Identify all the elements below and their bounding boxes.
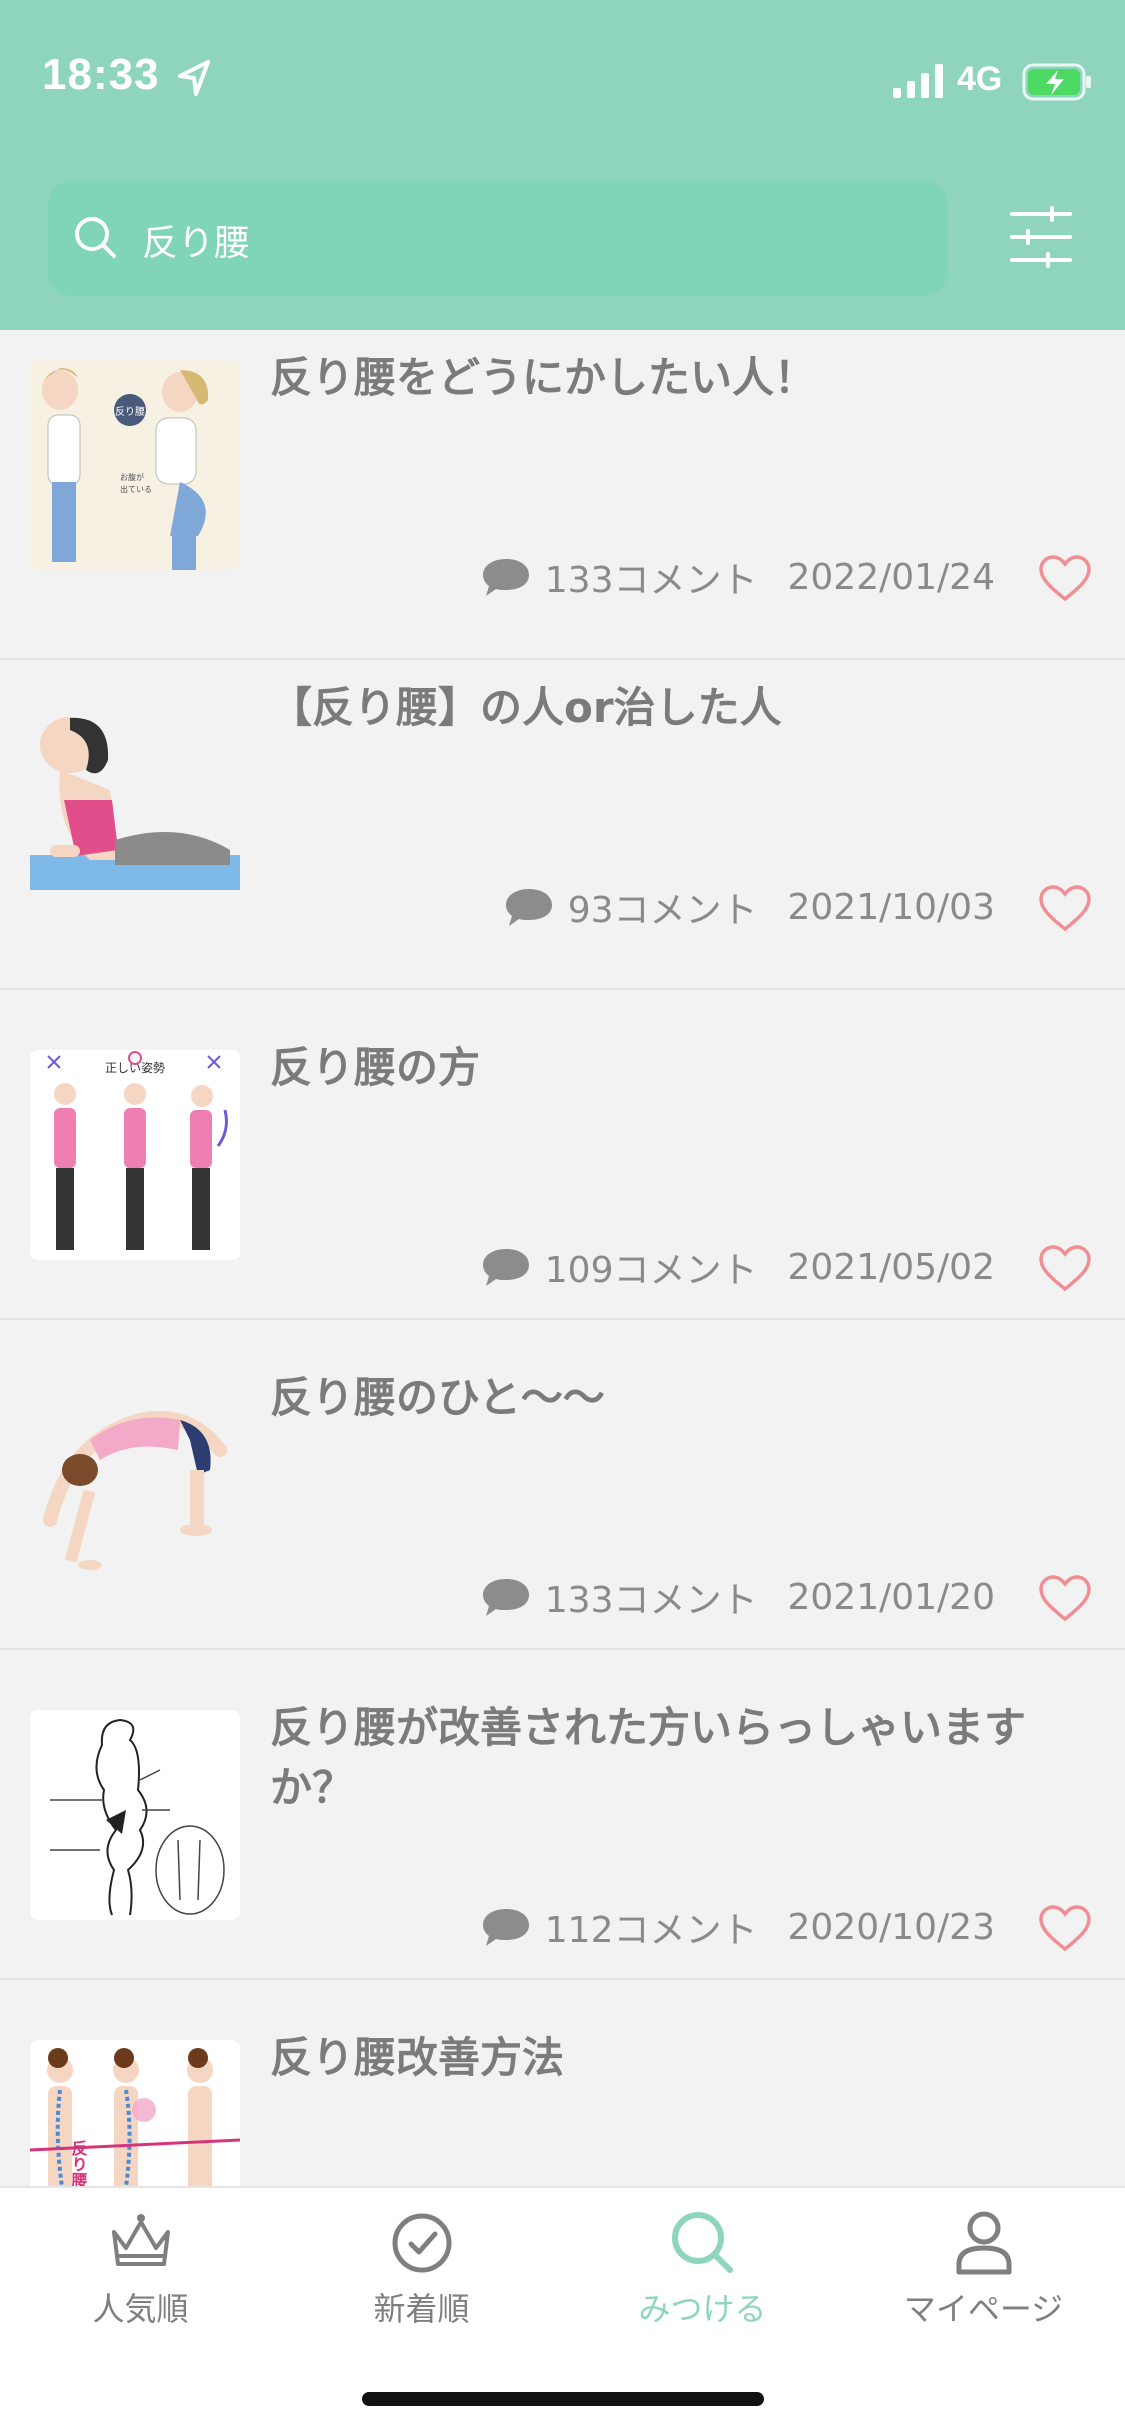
cellular-signal-icon (893, 64, 943, 98)
post-thumbnail (30, 690, 240, 900)
crown-icon (111, 2214, 170, 2266)
post-date: 2021/05/02 (787, 1246, 996, 1288)
search-input[interactable]: 反り腰 (48, 180, 948, 296)
yoga-cobra-illustration-icon (30, 690, 240, 900)
home-indicator (362, 2392, 764, 2406)
tab-mypage[interactable]: マイページ (843, 2208, 1124, 2348)
search-query-text: 反り腰 (142, 223, 251, 264)
post-title: 反り腰のひと〜〜 (270, 1373, 605, 1422)
comment-count: 93コメント (567, 890, 758, 931)
tab-popular[interactable]: 人気順 (0, 2208, 281, 2348)
post-thumbnail (30, 1380, 240, 1590)
post-thumbnail: 正しい姿勢 (30, 1050, 240, 1260)
heart-icon[interactable] (1038, 554, 1092, 602)
post-meta: 133コメント 2022/01/24 (481, 552, 995, 602)
svg-text:反り腰タイプ: 反り腰タイプ (69, 2140, 88, 2186)
battery-charging-icon (1022, 63, 1091, 101)
svg-text:正しい姿勢: 正しい姿勢 (105, 1060, 165, 1075)
list-item[interactable]: 反り腰が改善された方いらっしゃいますか？ 112コメント 2020/10/23 (0, 1650, 1125, 1980)
search-icon (75, 217, 116, 258)
post-date: 2022/01/24 (787, 556, 996, 598)
status-bar: 18:33 4G (0, 0, 1125, 160)
post-title: 反り腰改善方法 (270, 2033, 565, 2082)
heart-icon[interactable] (1038, 1574, 1092, 1622)
heart-icon[interactable] (1038, 884, 1092, 932)
comment-count: 109コメント (544, 1250, 758, 1291)
tab-discover[interactable]: みつける (562, 2208, 843, 2348)
tab-label: みつける (638, 2290, 767, 2328)
svg-text:反り腰: 反り腰 (115, 406, 145, 418)
post-meta: 133コメント 2021/01/20 (481, 1572, 995, 1622)
post-thumbnail (30, 1710, 240, 1920)
post-meta: 109コメント 2021/05/02 (481, 1242, 995, 1292)
post-title: 反り腰が改善された方いらっしゃいますか？ (270, 1703, 1027, 1812)
person-icon (956, 2211, 1011, 2275)
posture-types-illustration-icon: 反り腰タイプ (30, 2040, 240, 2186)
post-date: 2020/10/23 (787, 1906, 996, 1948)
list-item[interactable]: 反り腰のひと〜〜 133コメント 2021/01/20 (0, 1320, 1125, 1650)
post-title: 反り腰をどうにかしたい人！ (270, 353, 817, 402)
comment-bubble-icon (482, 1909, 529, 1946)
comment-bubble-icon (482, 1579, 529, 1616)
post-title: 【反り腰】の人or治した人 (270, 683, 782, 732)
tab-label: マイページ (903, 2290, 1064, 2328)
network-type-label: 4G (957, 60, 1003, 98)
spine-diagram-icon (30, 1710, 240, 1920)
post-thumbnail: 反り腰 お腹が 出ている (30, 360, 240, 570)
post-title: 反り腰の方 (270, 1043, 481, 1092)
app-header: 18:33 4G 反り腰 (0, 0, 1125, 330)
list-item[interactable]: 反り腰タイプ 反り腰改善方法 (0, 1980, 1125, 2186)
comment-bubble-icon (482, 559, 529, 596)
status-time: 18:33 (42, 50, 160, 99)
comment-count: 112コメント (544, 1910, 758, 1951)
posture-comparison-illustration-icon: 正しい姿勢 (30, 1050, 240, 1260)
tab-newest[interactable]: 新着順 (281, 2208, 562, 2348)
tab-label: 新着順 (373, 2290, 470, 2328)
post-list: 反り腰 お腹が 出ている 反り腰をどうにかしたい人！ 133コメント 2022/… (0, 330, 1125, 2186)
post-meta: 93コメント 2021/10/03 (504, 882, 995, 932)
post-date: 2021/10/03 (787, 886, 996, 928)
heart-icon[interactable] (1038, 1904, 1092, 1952)
svg-text:お腹が: お腹が (120, 472, 144, 482)
list-item[interactable]: 【反り腰】の人or治した人 93コメント 2021/10/03 (0, 660, 1125, 990)
post-thumbnail: 反り腰タイプ (30, 2040, 240, 2186)
svg-text:出ている: 出ている (120, 484, 152, 494)
filter-sliders-icon[interactable] (1008, 206, 1074, 268)
list-item[interactable]: 正しい姿勢 反り腰の方 109コメント 2021/05/02 (0, 990, 1125, 1320)
search-icon (671, 2212, 733, 2273)
heart-icon[interactable] (1038, 1244, 1092, 1292)
bridge-pose-photo-icon (30, 1380, 240, 1590)
comment-bubble-icon (505, 889, 552, 926)
clock-icon (392, 2213, 451, 2273)
comment-count: 133コメント (544, 1580, 758, 1621)
comment-count: 133コメント (544, 560, 758, 601)
list-item[interactable]: 反り腰 お腹が 出ている 反り腰をどうにかしたい人！ 133コメント 2022/… (0, 330, 1125, 660)
posture-illustration-icon: 反り腰 お腹が 出ている (30, 360, 240, 570)
post-meta: 112コメント 2020/10/23 (481, 1902, 995, 1952)
location-arrow-icon (178, 60, 210, 96)
post-date: 2021/01/20 (787, 1576, 996, 1618)
comment-bubble-icon (482, 1249, 529, 1286)
tab-label: 人気順 (92, 2290, 189, 2328)
